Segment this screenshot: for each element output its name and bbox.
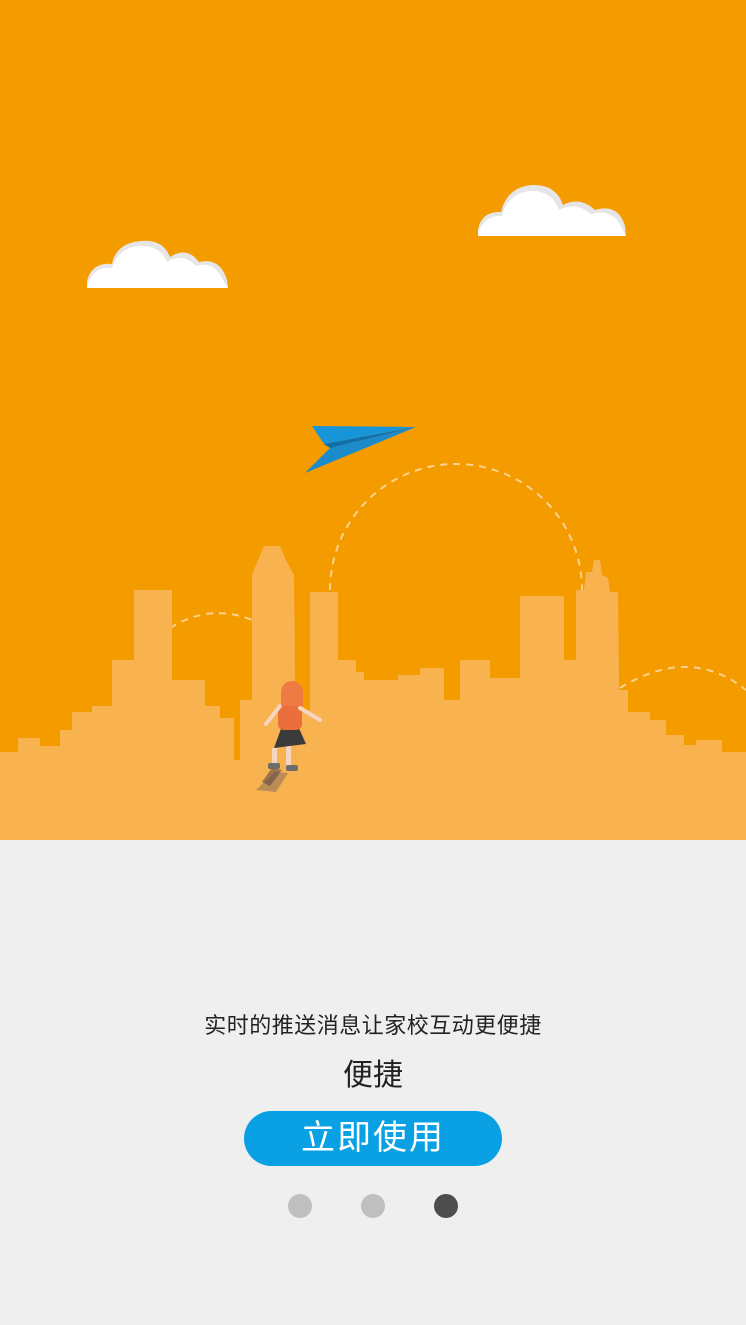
feature-description: 实时的推送消息让家校互动更便捷 <box>204 1014 542 1039</box>
feature-title: 便捷 <box>343 1058 403 1093</box>
cloud-icon <box>478 184 626 236</box>
city-skyline <box>0 546 746 840</box>
start-now-button[interactable]: 立即使用 <box>244 1111 502 1166</box>
page-dot[interactable] <box>288 1194 312 1218</box>
page-dot-active[interactable] <box>434 1194 458 1218</box>
hero-illustration <box>0 0 746 840</box>
paper-plane-icon <box>305 426 416 473</box>
dashed-arc <box>169 612 253 629</box>
onboarding-screen: 实时的推送消息让家校互动更便捷 便捷 立即使用 <box>0 0 746 1325</box>
intro-panel: 实时的推送消息让家校互动更便捷 便捷 立即使用 <box>0 840 746 1325</box>
page-dot[interactable] <box>361 1194 385 1218</box>
dashed-arc <box>329 463 583 591</box>
dashed-arc <box>619 666 746 691</box>
cloud-icon <box>87 240 228 288</box>
page-indicator <box>0 1194 746 1220</box>
